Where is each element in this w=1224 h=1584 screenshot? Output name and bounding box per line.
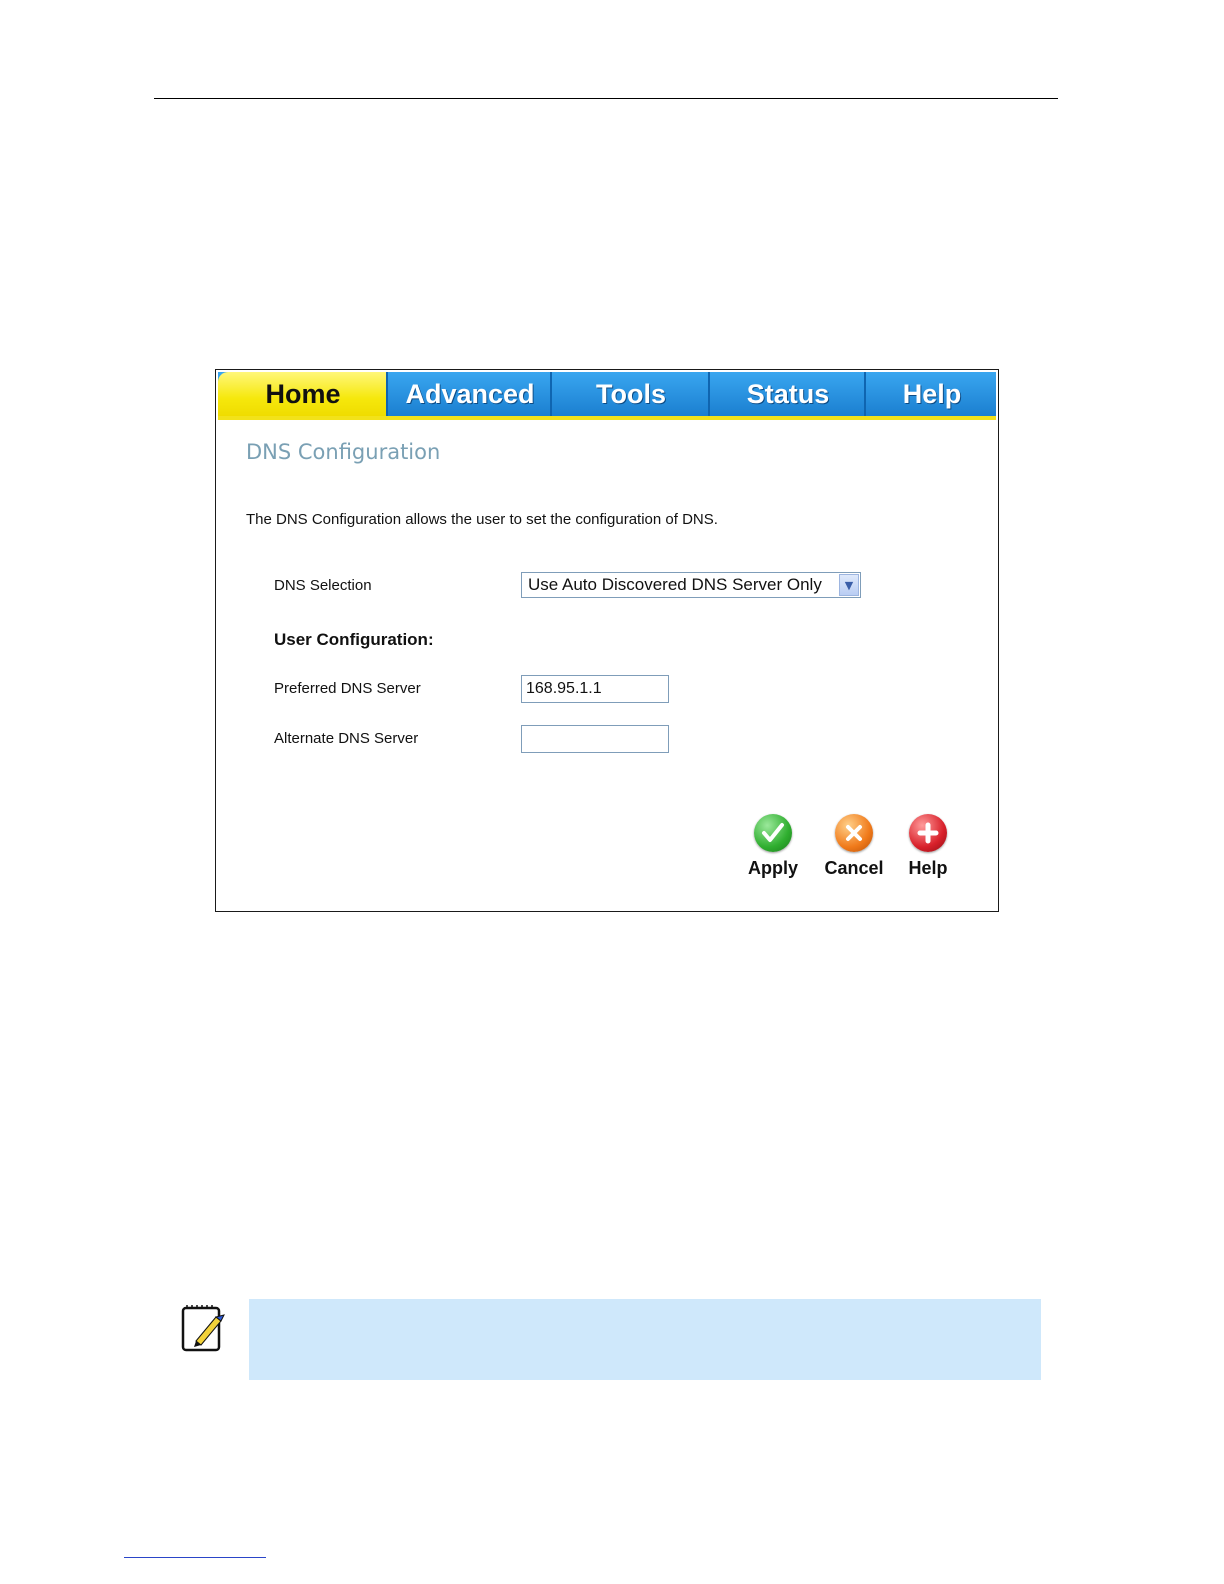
apply-button[interactable]: Apply [738,814,808,884]
dns-selection-value: Use Auto Discovered DNS Server Only [528,575,822,594]
note-pencil-icon [180,1303,226,1353]
cancel-x-icon [835,814,873,852]
page-title: DNS Configuration [246,440,441,464]
tab-tools[interactable]: Tools [550,372,710,416]
dns-selection-dropdown[interactable]: Use Auto Discovered DNS Server Only ▼ [521,572,861,598]
note-box [249,1299,1041,1380]
page-description: The DNS Configuration allows the user to… [246,511,718,528]
dns-selection-label: DNS Selection [274,577,372,594]
alternate-dns-input[interactable] [521,725,669,753]
tab-help[interactable]: Help [864,372,998,416]
main-tab-bar: Home Advanced Tools Status Help [218,372,996,420]
tab-status[interactable]: Status [708,372,866,416]
help-button[interactable]: Help [893,814,963,884]
preferred-dns-input[interactable]: 168.95.1.1 [521,675,669,703]
tab-advanced[interactable]: Advanced [386,372,552,416]
alternate-dns-label: Alternate DNS Server [274,730,419,747]
footer-link-rule [124,1557,266,1558]
page-header-rule [154,98,1058,99]
tab-home[interactable]: Home [218,372,388,416]
user-configuration-heading: User Configuration: [274,630,434,649]
cancel-label: Cancel [824,858,884,878]
checkmark-icon [754,814,792,852]
help-label: Help [908,858,948,878]
apply-label: Apply [747,858,798,878]
preferred-dns-label: Preferred DNS Server [274,680,421,697]
cancel-button[interactable]: Cancel [819,814,889,884]
plus-icon [909,814,947,852]
chevron-down-icon[interactable]: ▼ [839,574,859,596]
router-config-panel: Home Advanced Tools Status Help DNS Conf… [215,369,999,912]
